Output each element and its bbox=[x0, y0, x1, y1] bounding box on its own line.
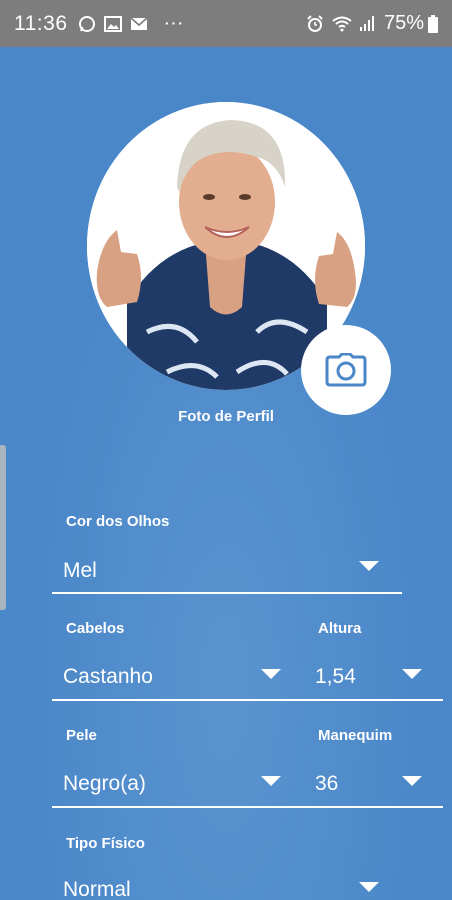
skin-dropdown[interactable]: Negro(a) bbox=[52, 754, 302, 814]
body-type-value: Normal bbox=[63, 878, 131, 900]
chevron-down-icon bbox=[261, 669, 281, 679]
height-dropdown[interactable]: 1,54 bbox=[304, 647, 444, 707]
email-icon bbox=[129, 16, 148, 31]
skin-size-underline bbox=[52, 806, 443, 808]
skin-value: Negro(a) bbox=[63, 772, 146, 795]
alarm-icon bbox=[306, 14, 324, 33]
skin-label: Pele bbox=[66, 727, 97, 744]
eye-color-label: Cor dos Olhos bbox=[66, 513, 170, 530]
wifi-icon bbox=[332, 16, 352, 32]
signal-icon bbox=[359, 15, 374, 32]
hair-height-underline bbox=[52, 699, 443, 701]
battery-level: 75% bbox=[383, 12, 424, 34]
chevron-down-icon bbox=[359, 882, 379, 892]
battery-icon bbox=[428, 14, 438, 33]
size-label: Manequim bbox=[318, 727, 393, 744]
photo-label: Foto de Perfil bbox=[178, 408, 274, 425]
size-dropdown[interactable]: 36 bbox=[304, 754, 444, 814]
whatsapp-icon bbox=[78, 15, 96, 33]
status-bar: 11:36 ··· 75% bbox=[0, 0, 452, 47]
size-value: 36 bbox=[315, 772, 339, 795]
eye-color-dropdown[interactable]: Mel bbox=[52, 540, 402, 600]
gallery-icon bbox=[103, 15, 122, 32]
hair-label: Cabelos bbox=[66, 620, 125, 637]
height-value: 1,54 bbox=[315, 665, 356, 688]
chevron-down-icon bbox=[359, 561, 379, 571]
hair-dropdown[interactable]: Castanho bbox=[52, 647, 302, 707]
body-type-dropdown[interactable]: Normal bbox=[52, 860, 402, 900]
change-photo-button[interactable] bbox=[301, 325, 391, 415]
drawer-handle[interactable] bbox=[0, 445, 6, 610]
hair-value: Castanho bbox=[63, 665, 153, 688]
eye-color-underline bbox=[52, 592, 402, 594]
more-notifications-icon: ··· bbox=[163, 12, 184, 34]
body-type-label: Tipo Físico bbox=[66, 835, 145, 852]
chevron-down-icon bbox=[402, 669, 422, 679]
status-time: 11:36 bbox=[14, 11, 68, 35]
chevron-down-icon bbox=[261, 776, 281, 786]
camera-icon bbox=[325, 353, 367, 387]
eye-color-value: Mel bbox=[63, 559, 97, 582]
chevron-down-icon bbox=[402, 776, 422, 786]
height-label: Altura bbox=[318, 620, 362, 637]
